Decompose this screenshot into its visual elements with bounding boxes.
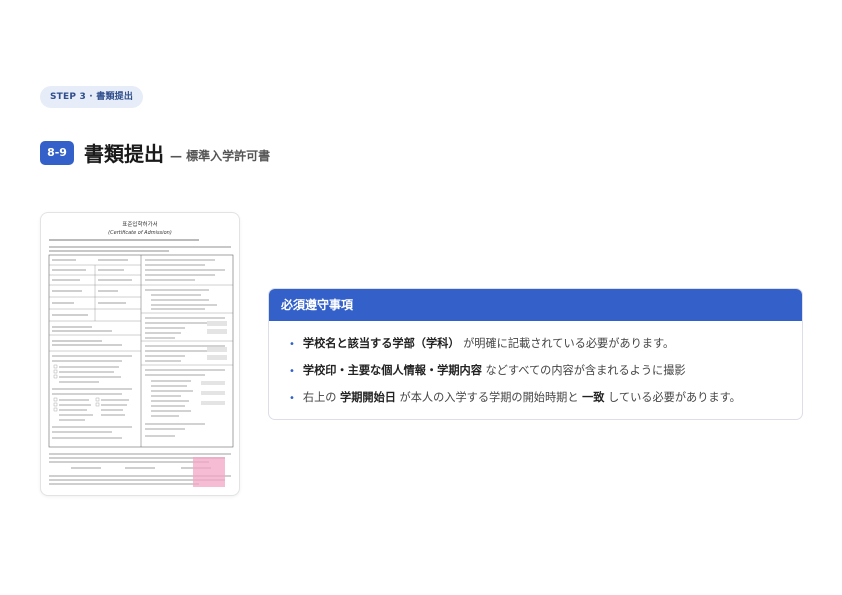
requirement-text: している必要があります。	[604, 391, 741, 404]
requirement-bold: 一致	[582, 391, 605, 404]
requirement-text: 右上の	[302, 391, 341, 404]
list-item: • 右上の 学期開始日 が本人の入学する学期の開始時期と 一致 している必要があり…	[289, 385, 802, 412]
list-item: • 学校名と該当する学部（学科） が明確に記載されている必要があります。	[289, 331, 802, 358]
admission-certificate-image: 표준입학허가서 (Certificate of Admission)	[40, 212, 240, 496]
page-subtitle: — 標準入学許可書	[170, 149, 271, 163]
requirement-bold: 学期開始日	[340, 391, 396, 404]
certificate-title-en: (Certificate of Admission)	[108, 230, 172, 236]
list-item: • 学校印・主要な個人情報・学期内容 などすべての内容が含まれるように撮影	[289, 358, 802, 385]
certificate-illustration: 표준입학허가서 (Certificate of Admission)	[48, 220, 234, 487]
requirements-list: • 学校名と該当する学部（学科） が明確に記載されている必要があります。 • 学校印…	[269, 321, 802, 412]
seal-stamp	[193, 457, 225, 487]
requirement-bold: 学校名と該当する学部（学科）	[302, 337, 460, 350]
bullet-icon: •	[289, 393, 295, 404]
requirements-card: 必須遵守事項 • 学校名と該当する学部（学科） が明確に記載されている必要がありま…	[268, 288, 803, 420]
requirement-bold: 学校印・主要な個人情報・学期内容	[302, 364, 482, 377]
requirements-header: 必須遵守事項	[269, 289, 802, 321]
requirement-text: が明確に記載されている必要があります。	[459, 337, 675, 350]
bullet-icon: •	[289, 366, 295, 377]
certificate-title-ko: 표준입학허가서	[122, 220, 157, 228]
step-pill: STEP 3 · 書類提出	[40, 86, 144, 108]
page-title: 書類提出	[84, 142, 164, 166]
section-number-badge: 8-9	[40, 140, 74, 165]
requirement-text: が本人の入学する学期の開始時期と	[395, 391, 583, 404]
bullet-icon: •	[289, 339, 295, 350]
requirement-text: などすべての内容が含まれるように撮影	[481, 364, 686, 377]
section-title-row: 8-9 書類提出 — 標準入学許可書	[40, 138, 270, 167]
